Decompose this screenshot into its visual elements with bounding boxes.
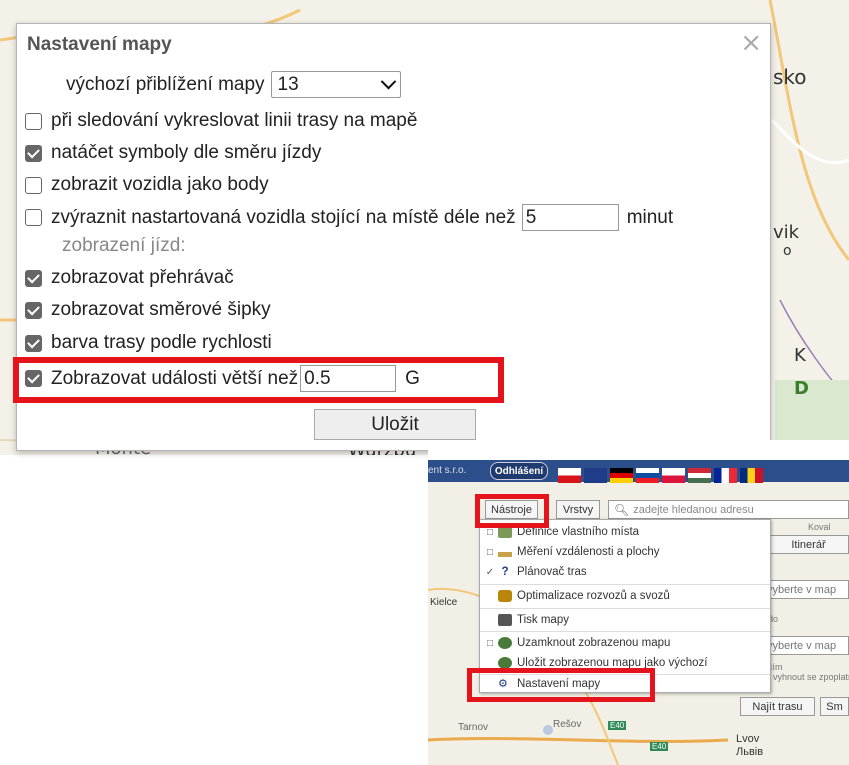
flag-cz-icon[interactable]: [558, 468, 581, 483]
mini-label-e40: E40: [650, 742, 669, 751]
menu-label: Optimalizace rozvozů a svozů: [517, 590, 670, 602]
checkbox-speed-color[interactable]: [25, 334, 42, 352]
menu-label: Tisk mapy: [517, 614, 569, 626]
menu-mark: ✓: [485, 566, 495, 578]
idle-minutes-input[interactable]: [521, 204, 619, 231]
mini-label-tarnow: Tarnov: [458, 722, 489, 733]
flag-de-icon[interactable]: [610, 468, 633, 483]
mini-label-rzeszow: Rešov: [553, 719, 582, 730]
truck-icon: [498, 590, 512, 602]
search-icon: 🔍︎: [614, 502, 630, 517]
option-label: zobrazovat směrové šipky: [51, 299, 271, 320]
checkbox-idle-vehicles[interactable]: [25, 209, 42, 226]
save-button[interactable]: Uložit: [314, 409, 476, 440]
flag-hu-icon[interactable]: [688, 468, 711, 483]
menu-item-print[interactable]: Tisk mapy: [480, 610, 770, 630]
flag-fr-icon[interactable]: [714, 468, 737, 483]
chevron-down-icon: [380, 73, 396, 90]
checkbox-direction-arrows[interactable]: [25, 301, 42, 319]
option-label: zobrazovat přehrávač: [51, 267, 234, 288]
avoid-tolls-label: vyhnout se zpoplatněným úseků: [773, 672, 849, 682]
option-label: při sledování vykreslovat linii trasy na…: [51, 110, 418, 131]
route-to-input[interactable]: vyberte v map: [763, 636, 849, 655]
find-route-button[interactable]: Najít trasu: [740, 697, 815, 716]
checkbox-player[interactable]: [25, 269, 42, 287]
route-from-input[interactable]: vyberte v map: [763, 580, 849, 599]
option-row-rotate-symbols[interactable]: natáčet symboly dle směru jízdy: [25, 142, 321, 164]
mini-label-e40b: E40: [608, 721, 627, 730]
option-label: barva trasy podle rychlosti: [51, 332, 272, 353]
tab-layers[interactable]: Vrstvy: [556, 500, 600, 519]
itinerary-button[interactable]: Itinerář: [768, 535, 849, 554]
toolbar-screenshot: ent s.r.o. Odhlášení Nástroje Vrstvy 🔍︎ …: [428, 440, 849, 765]
menu-label: Měření vzdálenosti a plochy: [517, 546, 660, 558]
menu-item-optimization[interactable]: Optimalizace rozvozů a svozů: [480, 586, 770, 606]
menu-mark: □: [486, 526, 494, 538]
zoom-value: 13: [277, 73, 299, 95]
option-label: zobrazit vozidla jako body: [51, 174, 269, 195]
option-label: zvýraznit nastartovaná vozidla stojící n…: [51, 206, 516, 228]
flag-pl-icon[interactable]: [662, 468, 685, 483]
zoom-select[interactable]: 13: [270, 71, 401, 98]
menu-label: Uzamknout zobrazenou mapu: [517, 637, 671, 649]
mini-label-lviv: Львів: [736, 746, 764, 758]
option-label: natáčet symboly dle směru jízdy: [51, 142, 322, 163]
close-icon[interactable]: ×: [740, 30, 762, 56]
checkbox-rotate-symbols[interactable]: [25, 144, 42, 162]
idle-minutes-unit: minut: [626, 206, 674, 228]
rides-heading: zobrazení jízd:: [62, 235, 186, 256]
printer-icon: [498, 614, 512, 626]
menu-divider: [480, 631, 770, 632]
flag-uk-icon[interactable]: [584, 468, 607, 483]
menu-divider: [480, 608, 770, 609]
ruler-icon: [498, 551, 512, 557]
zoom-label: výchozí přiblížení mapy: [66, 73, 265, 95]
zoom-row: výchozí přiblížení mapy 13: [66, 71, 401, 98]
highlight-events-row: [13, 357, 504, 403]
map-label-vik: vik: [773, 222, 800, 243]
menu-item-measure[interactable]: □ Měření vzdálenosti a plochy: [480, 542, 770, 562]
highlight-map-settings-item: [467, 668, 655, 702]
logout-button[interactable]: Odhlášení: [490, 462, 548, 480]
menu-item-lock-map[interactable]: □ Uzamknout zobrazenou mapu: [480, 633, 770, 653]
flag-ro-icon[interactable]: [740, 468, 763, 483]
map-label-k: K: [794, 345, 806, 366]
menu-mark: □: [486, 546, 494, 558]
lock-icon: [498, 637, 512, 649]
menu-label: Plánovač tras: [517, 566, 587, 578]
flag-sk-icon[interactable]: [636, 468, 659, 483]
map-label-d: D: [794, 378, 809, 399]
menu-divider: [480, 584, 770, 585]
map-label-o1: o: [783, 243, 792, 259]
option-row-direction-arrows[interactable]: zobrazovat směrové šipky: [25, 299, 271, 321]
mini-label-koval: Koval: [808, 522, 831, 532]
checkbox-route-line[interactable]: [25, 112, 42, 130]
map-label-o2: o: [397, 452, 404, 455]
sm-button[interactable]: Sm: [820, 697, 849, 716]
dialog-title: Nastavení mapy: [27, 34, 172, 55]
checkbox-vehicles-as-points[interactable]: [25, 176, 42, 194]
search-placeholder: zadejte hledanou adresu: [633, 503, 754, 516]
mini-label-lvov: Lvov: [736, 733, 760, 745]
option-row-idle-vehicles[interactable]: zvýraznit nastartovaná vozidla stojící n…: [25, 204, 673, 231]
search-input[interactable]: 🔍︎ zadejte hledanou adresu: [608, 500, 849, 519]
tools-menu: □ Definice vlastního místa □ Měření vzdá…: [479, 519, 771, 693]
option-row-speed-color[interactable]: barva trasy podle rychlosti: [25, 332, 272, 354]
option-row-vehicles-as-points[interactable]: zobrazit vozidla jako body: [25, 174, 269, 196]
mini-company: ent s.r.o.: [428, 465, 467, 476]
menu-mark: □: [486, 637, 494, 649]
option-row-route-line[interactable]: při sledování vykreslovat linii trasy na…: [25, 110, 417, 132]
highlight-tools-tab: [475, 494, 549, 528]
menu-item-route-planner[interactable]: ✓ ? Plánovač tras: [480, 562, 770, 582]
map-label-sko: sko: [773, 65, 807, 89]
question-icon: ?: [501, 566, 509, 578]
mini-label-kielce: Kielce: [430, 597, 458, 608]
option-row-player[interactable]: zobrazovat přehrávač: [25, 267, 234, 289]
